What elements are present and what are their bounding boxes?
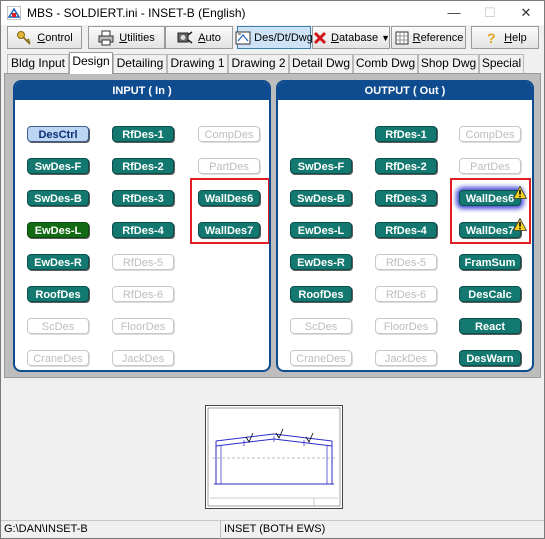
auto-label: uto	[205, 31, 221, 44]
tab-detailing[interactable]: Detailing	[113, 54, 167, 73]
help-hotkey: H	[504, 31, 513, 44]
key-icon	[16, 30, 32, 46]
output-ewdes-l-button[interactable]: EwDes-L	[290, 222, 352, 238]
des-dt-dwg-button[interactable]: Des/Dt/Dwg	[235, 26, 313, 49]
input-rfdes-6-button[interactable]: RfDes-6	[112, 286, 174, 302]
output-compdes-button[interactable]: CompDes	[459, 126, 521, 142]
output-rfdes-1-button[interactable]: RfDes-1	[375, 126, 437, 142]
utilities-button[interactable]: Utilities	[88, 26, 165, 49]
control-button[interactable]: Control	[7, 26, 82, 49]
output-partdes-button[interactable]: PartDes	[459, 158, 521, 174]
auto-button[interactable]: Auto	[165, 26, 233, 49]
app-window: MBS - SOLDIERT.ini - INSET-B (English) —…	[0, 0, 545, 539]
tab-comb-dwg[interactable]: Comb Dwg	[353, 54, 418, 73]
auto-hotkey: A	[198, 31, 206, 44]
question-icon: ?	[483, 30, 499, 46]
utilities-hotkey: U	[119, 31, 128, 44]
output-rfdes-3-button[interactable]: RfDes-3	[375, 190, 437, 206]
utilities-label: tilities	[127, 31, 155, 44]
output-rfdes-2-button[interactable]: RfDes-2	[375, 158, 437, 174]
input-panel: INPUT ( In ) DesCtrl SwDes-F SwDes-B EwD…	[13, 80, 271, 372]
output-floordes-button[interactable]: FloorDes	[375, 318, 437, 334]
close-button[interactable]: ✕	[508, 1, 544, 25]
dropdown-arrow-icon: ▼	[381, 32, 391, 43]
input-walldes-highlight	[190, 178, 269, 244]
output-framsum-button[interactable]: FramSum	[459, 254, 521, 270]
svg-text:?: ?	[487, 30, 496, 46]
reference-button[interactable]: Reference	[391, 26, 466, 49]
output-jackdes-button[interactable]: JackDes	[375, 350, 437, 366]
database-button[interactable]: Database ▼	[312, 26, 390, 49]
status-bar: G:\DAN\INSET-B INSET (BOTH EWS)	[1, 520, 544, 539]
tab-strip: Bldg Input Design Detailing Drawing 1 Dr…	[1, 51, 544, 74]
output-rfdes-6-button[interactable]: RfDes-6	[375, 286, 437, 302]
output-ewdes-r-button[interactable]: EwDes-R	[290, 254, 352, 270]
input-swdes-b-button[interactable]: SwDes-B	[27, 190, 89, 206]
output-scdes-button[interactable]: ScDes	[290, 318, 352, 334]
input-cranedes-button[interactable]: CraneDes	[27, 350, 89, 366]
input-ewdes-l-button[interactable]: EwDes-L	[27, 222, 89, 238]
maximize-button[interactable]: ☐	[472, 1, 508, 25]
status-description: INSET (BOTH EWS)	[224, 523, 326, 535]
output-panel: OUTPUT ( Out ) SwDes-F SwDes-B EwDes-L E…	[276, 80, 534, 372]
tab-drawing-2[interactable]: Drawing 2	[228, 54, 289, 73]
printer-icon	[98, 30, 114, 46]
window-title: MBS - SOLDIERT.ini - INSET-B (English)	[27, 6, 246, 20]
input-scdes-button[interactable]: ScDes	[27, 318, 89, 334]
input-desctrl-button[interactable]: DesCtrl	[27, 126, 89, 142]
output-rfdes-5-button[interactable]: RfDes-5	[375, 254, 437, 270]
input-swdes-f-button[interactable]: SwDes-F	[27, 158, 89, 174]
input-compdes-button[interactable]: CompDes	[198, 126, 260, 142]
output-swdes-f-button[interactable]: SwDes-F	[290, 158, 352, 174]
help-label: elp	[512, 31, 527, 44]
input-ewdes-r-button[interactable]: EwDes-R	[27, 254, 89, 270]
machine-icon	[177, 30, 193, 46]
output-rfdes-4-button[interactable]: RfDes-4	[375, 222, 437, 238]
database-label: atabase	[338, 31, 379, 44]
input-rfdes-2-button[interactable]: RfDes-2	[112, 158, 174, 174]
reference-label: eference	[420, 31, 464, 44]
des-dt-dwg-label: Des/Dt/Dwg	[254, 31, 313, 44]
control-hotkey: C	[37, 31, 46, 44]
drawing-icon	[235, 30, 251, 46]
input-panel-header: INPUT ( In )	[15, 82, 269, 100]
tab-detail-dwg[interactable]: Detail Dwg	[289, 54, 353, 73]
input-jackdes-button[interactable]: JackDes	[112, 350, 174, 366]
input-partdes-button[interactable]: PartDes	[198, 158, 260, 174]
output-panel-header: OUTPUT ( Out )	[278, 82, 532, 100]
tab-design[interactable]: Design	[69, 52, 113, 74]
status-path: G:\DAN\INSET-B	[1, 521, 221, 539]
output-deswarn-button[interactable]: DesWarn	[459, 350, 521, 366]
book-icon	[394, 30, 410, 46]
output-roofdes-button[interactable]: RoofDes	[290, 286, 352, 302]
control-label: ontrol	[45, 31, 73, 44]
input-rfdes-5-button[interactable]: RfDes-5	[112, 254, 174, 270]
tab-special[interactable]: Special	[479, 54, 524, 73]
tab-bldg-input[interactable]: Bldg Input	[7, 54, 69, 73]
output-descalc-button[interactable]: DesCalc	[459, 286, 521, 302]
help-button[interactable]: ? Help	[471, 26, 539, 49]
main-toolbar: Control Utilities Auto Des/Dt/Dwg Databa…	[1, 25, 544, 51]
input-rfdes-1-button[interactable]: RfDes-1	[112, 126, 174, 142]
design-tab-page: INPUT ( In ) DesCtrl SwDes-F SwDes-B EwD…	[4, 73, 541, 378]
input-rfdes-4-button[interactable]: RfDes-4	[112, 222, 174, 238]
output-cranedes-button[interactable]: CraneDes	[290, 350, 352, 366]
output-swdes-b-button[interactable]: SwDes-B	[290, 190, 352, 206]
tab-shop-dwg[interactable]: Shop Dwg	[418, 54, 479, 73]
x-icon	[312, 30, 328, 46]
database-hotkey: D	[330, 31, 339, 44]
input-rfdes-3-button[interactable]: RfDes-3	[112, 190, 174, 206]
input-roofdes-button[interactable]: RoofDes	[27, 286, 89, 302]
tab-drawing-1[interactable]: Drawing 1	[167, 54, 228, 73]
reference-hotkey: R	[412, 31, 421, 44]
input-floordes-button[interactable]: FloorDes	[112, 318, 174, 334]
frame-elevation-drawing	[207, 407, 341, 507]
minimize-button[interactable]: —	[436, 1, 472, 25]
title-bar: MBS - SOLDIERT.ini - INSET-B (English) —…	[1, 1, 544, 25]
output-react-button[interactable]: React	[459, 318, 521, 334]
app-logo-icon	[7, 6, 21, 20]
building-preview	[205, 405, 343, 509]
output-walldes-highlight	[450, 178, 531, 244]
